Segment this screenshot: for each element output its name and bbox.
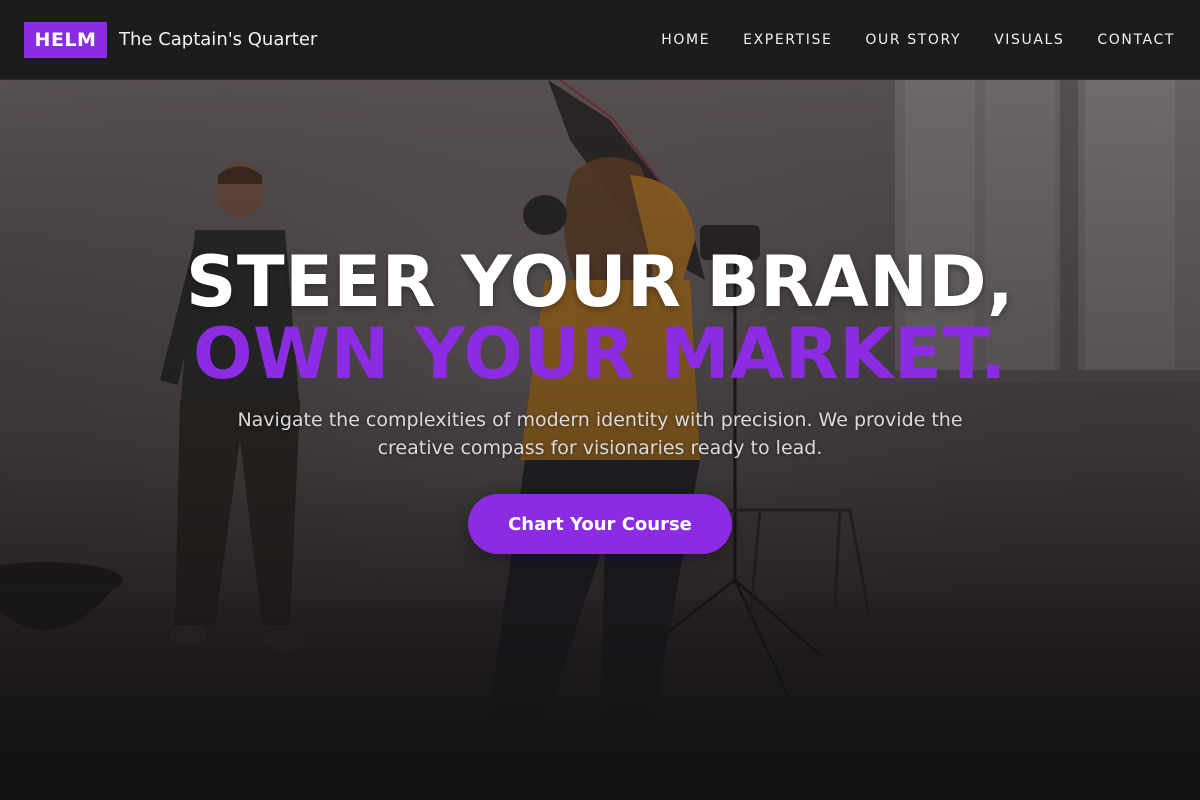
logo-badge[interactable]: HELM [24, 21, 107, 58]
hero-content: STEER YOUR BRAND, OWN YOUR MARKET. Navig… [0, 80, 1200, 800]
hero-subtitle: Navigate the complexities of modern iden… [237, 409, 963, 459]
hero-headline-line1: STEER YOUR BRAND, [185, 241, 1015, 323]
nav-home[interactable]: HOME [661, 32, 710, 48]
nav-expertise[interactable]: EXPERTISE [743, 32, 832, 48]
nav-contact[interactable]: CONTACT [1097, 32, 1175, 48]
hero-section: STEER YOUR BRAND, OWN YOUR MARKET. Navig… [0, 80, 1200, 800]
site-header: HELM The Captain's Quarter HOME EXPERTIS… [0, 0, 1200, 80]
brand-name[interactable]: The Captain's Quarter [119, 29, 317, 50]
brand[interactable]: HELM The Captain's Quarter [24, 21, 317, 58]
nav-our-story[interactable]: OUR STORY [865, 32, 961, 48]
nav-visuals[interactable]: VISUALS [994, 32, 1064, 48]
chart-your-course-button[interactable]: Chart Your Course [468, 494, 732, 554]
main-nav: HOME EXPERTISE OUR STORY VISUALS CONTACT [628, 32, 1175, 48]
hero-headline-line2: OWN YOUR MARKET. [193, 313, 1007, 395]
